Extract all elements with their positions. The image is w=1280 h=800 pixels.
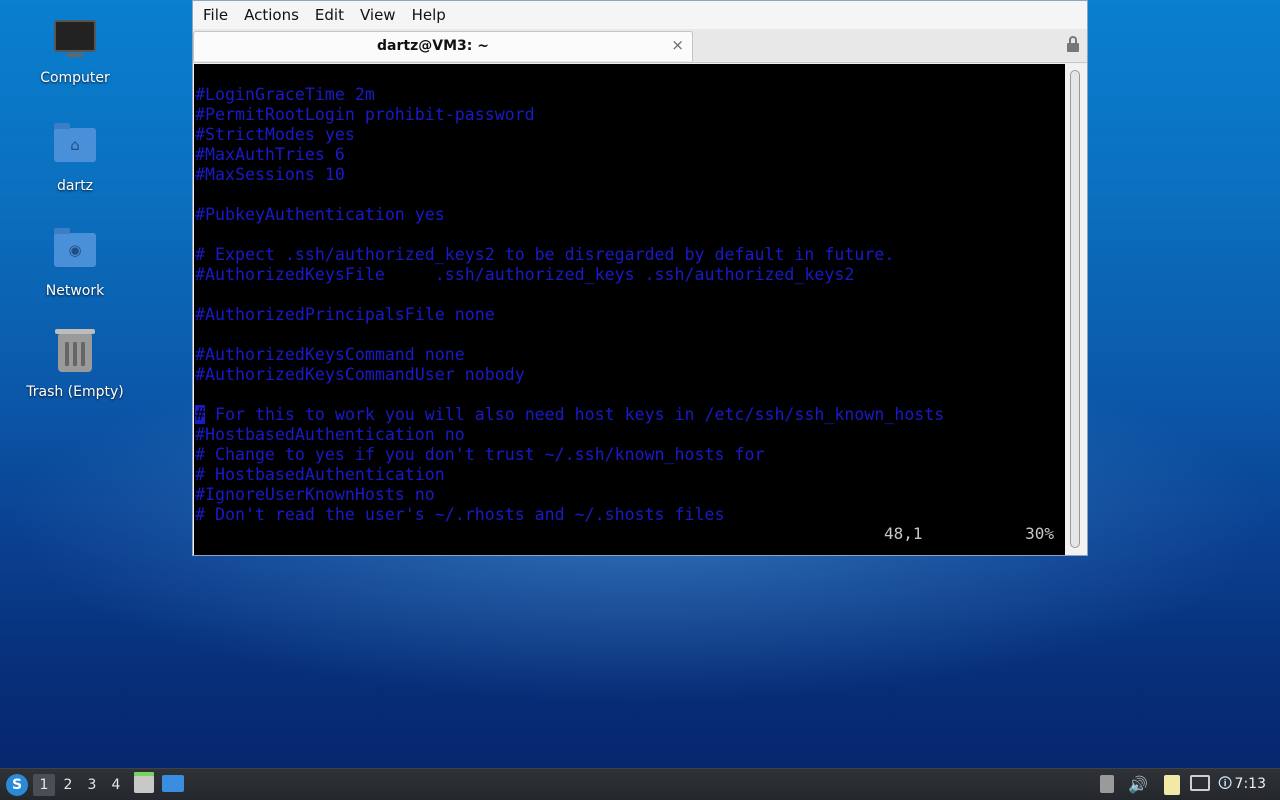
home-folder-icon: ⌂ <box>53 123 97 172</box>
desktop-show-icon[interactable] <box>162 775 184 792</box>
terminal-line: #HostbasedAuthentication no <box>195 425 465 444</box>
network-folder-icon: ◉ <box>53 228 97 277</box>
terminal-line: #MaxSessions 10 <box>195 165 345 184</box>
terminal-tab[interactable]: dartz@VM3: ~ × <box>193 31 693 61</box>
clipboard-icon[interactable] <box>1164 775 1180 795</box>
workspace-1[interactable]: 1 <box>33 774 55 796</box>
terminal-line: #StrictModes yes <box>195 125 355 144</box>
tab-title: dartz@VM3: ~ <box>377 38 489 54</box>
text-cursor: # <box>195 405 205 424</box>
lock-icon[interactable] <box>1067 36 1079 52</box>
workspace-3[interactable]: 3 <box>81 774 103 796</box>
terminal-line: #AuthorizedKeysCommandUser nobody <box>195 365 525 384</box>
terminal-line: #IgnoreUserKnownHosts no <box>195 485 435 504</box>
menu-help[interactable]: Help <box>404 2 454 28</box>
terminal-line: #MaxAuthTries 6 <box>195 145 345 164</box>
trash-icon <box>53 329 97 378</box>
terminal-line: #AuthorizedKeysFile .ssh/authorized_keys… <box>195 265 855 284</box>
desktop-icon-label: dartz <box>56 178 94 194</box>
scrollbar[interactable] <box>1065 64 1086 555</box>
terminal-line: #AuthorizedKeysCommand none <box>195 345 465 364</box>
terminal-area[interactable]: #LoginGraceTime 2m #PermitRootLogin prohi… <box>194 64 1066 555</box>
vim-status-line: 48,1 30% <box>194 524 1066 544</box>
tab-bar: dartz@VM3: ~ × <box>193 29 1087 63</box>
volume-icon[interactable]: 🔊 <box>1128 775 1148 795</box>
desktop-icon-trash[interactable]: Trash (Empty) <box>10 329 140 400</box>
desktop-icon-label: Network <box>45 283 105 299</box>
terminal-line: #AuthorizedPrincipalsFile none <box>195 305 495 324</box>
terminal-line: #PermitRootLogin prohibit-password <box>195 105 535 124</box>
cursor-position: 48,1 <box>884 524 923 543</box>
menu-bar: File Actions Edit View Help <box>193 1 1087 29</box>
clock[interactable]: 7:13 <box>1235 776 1266 792</box>
desktop-icon-label: Trash (Empty) <box>26 384 124 400</box>
terminal-line: # Don't read the user's ~/.rhosts and ~/… <box>195 505 725 524</box>
terminal-window: File Actions Edit View Help dartz@VM3: ~… <box>192 0 1088 556</box>
desktop-icon-network[interactable]: ◉ Network <box>10 227 140 299</box>
scrollbar-thumb[interactable] <box>1070 70 1080 548</box>
taskbar: S 1 2 3 4 🔊 🛈 7:13 <box>0 768 1280 800</box>
file-manager-icon[interactable] <box>134 772 154 793</box>
scroll-percent: 30% <box>1025 524 1054 543</box>
terminal-content: #LoginGraceTime 2m #PermitRootLogin prohi… <box>194 64 1066 525</box>
terminal-line: # Expect .ssh/authorized_keys2 to be dis… <box>195 245 895 264</box>
terminal-line: #PubkeyAuthentication yes <box>195 205 445 224</box>
network-icon[interactable] <box>1190 775 1210 791</box>
workspace-2[interactable]: 2 <box>57 774 79 796</box>
terminal-line: # HostbasedAuthentication <box>195 465 445 484</box>
computer-icon <box>53 20 97 64</box>
menu-file[interactable]: File <box>195 2 236 28</box>
app-menu-icon[interactable]: S <box>6 774 28 796</box>
menu-view[interactable]: View <box>352 2 404 28</box>
desktop-icon-label: Computer <box>40 70 110 86</box>
terminal-line: # Change to yes if you don't trust ~/.ss… <box>195 445 765 464</box>
removable-media-icon[interactable] <box>1100 775 1114 793</box>
notification-icon[interactable]: 🛈 <box>1218 775 1236 795</box>
desktop-icon-home[interactable]: ⌂ dartz <box>10 122 140 194</box>
close-icon[interactable]: × <box>671 36 684 54</box>
desktop-icon-computer[interactable]: Computer <box>10 18 140 86</box>
menu-actions[interactable]: Actions <box>236 2 307 28</box>
terminal-line: #LoginGraceTime 2m <box>195 85 375 104</box>
menu-edit[interactable]: Edit <box>307 2 352 28</box>
terminal-line: # For this to work you will also need ho… <box>195 405 945 424</box>
workspace-4[interactable]: 4 <box>105 774 127 796</box>
